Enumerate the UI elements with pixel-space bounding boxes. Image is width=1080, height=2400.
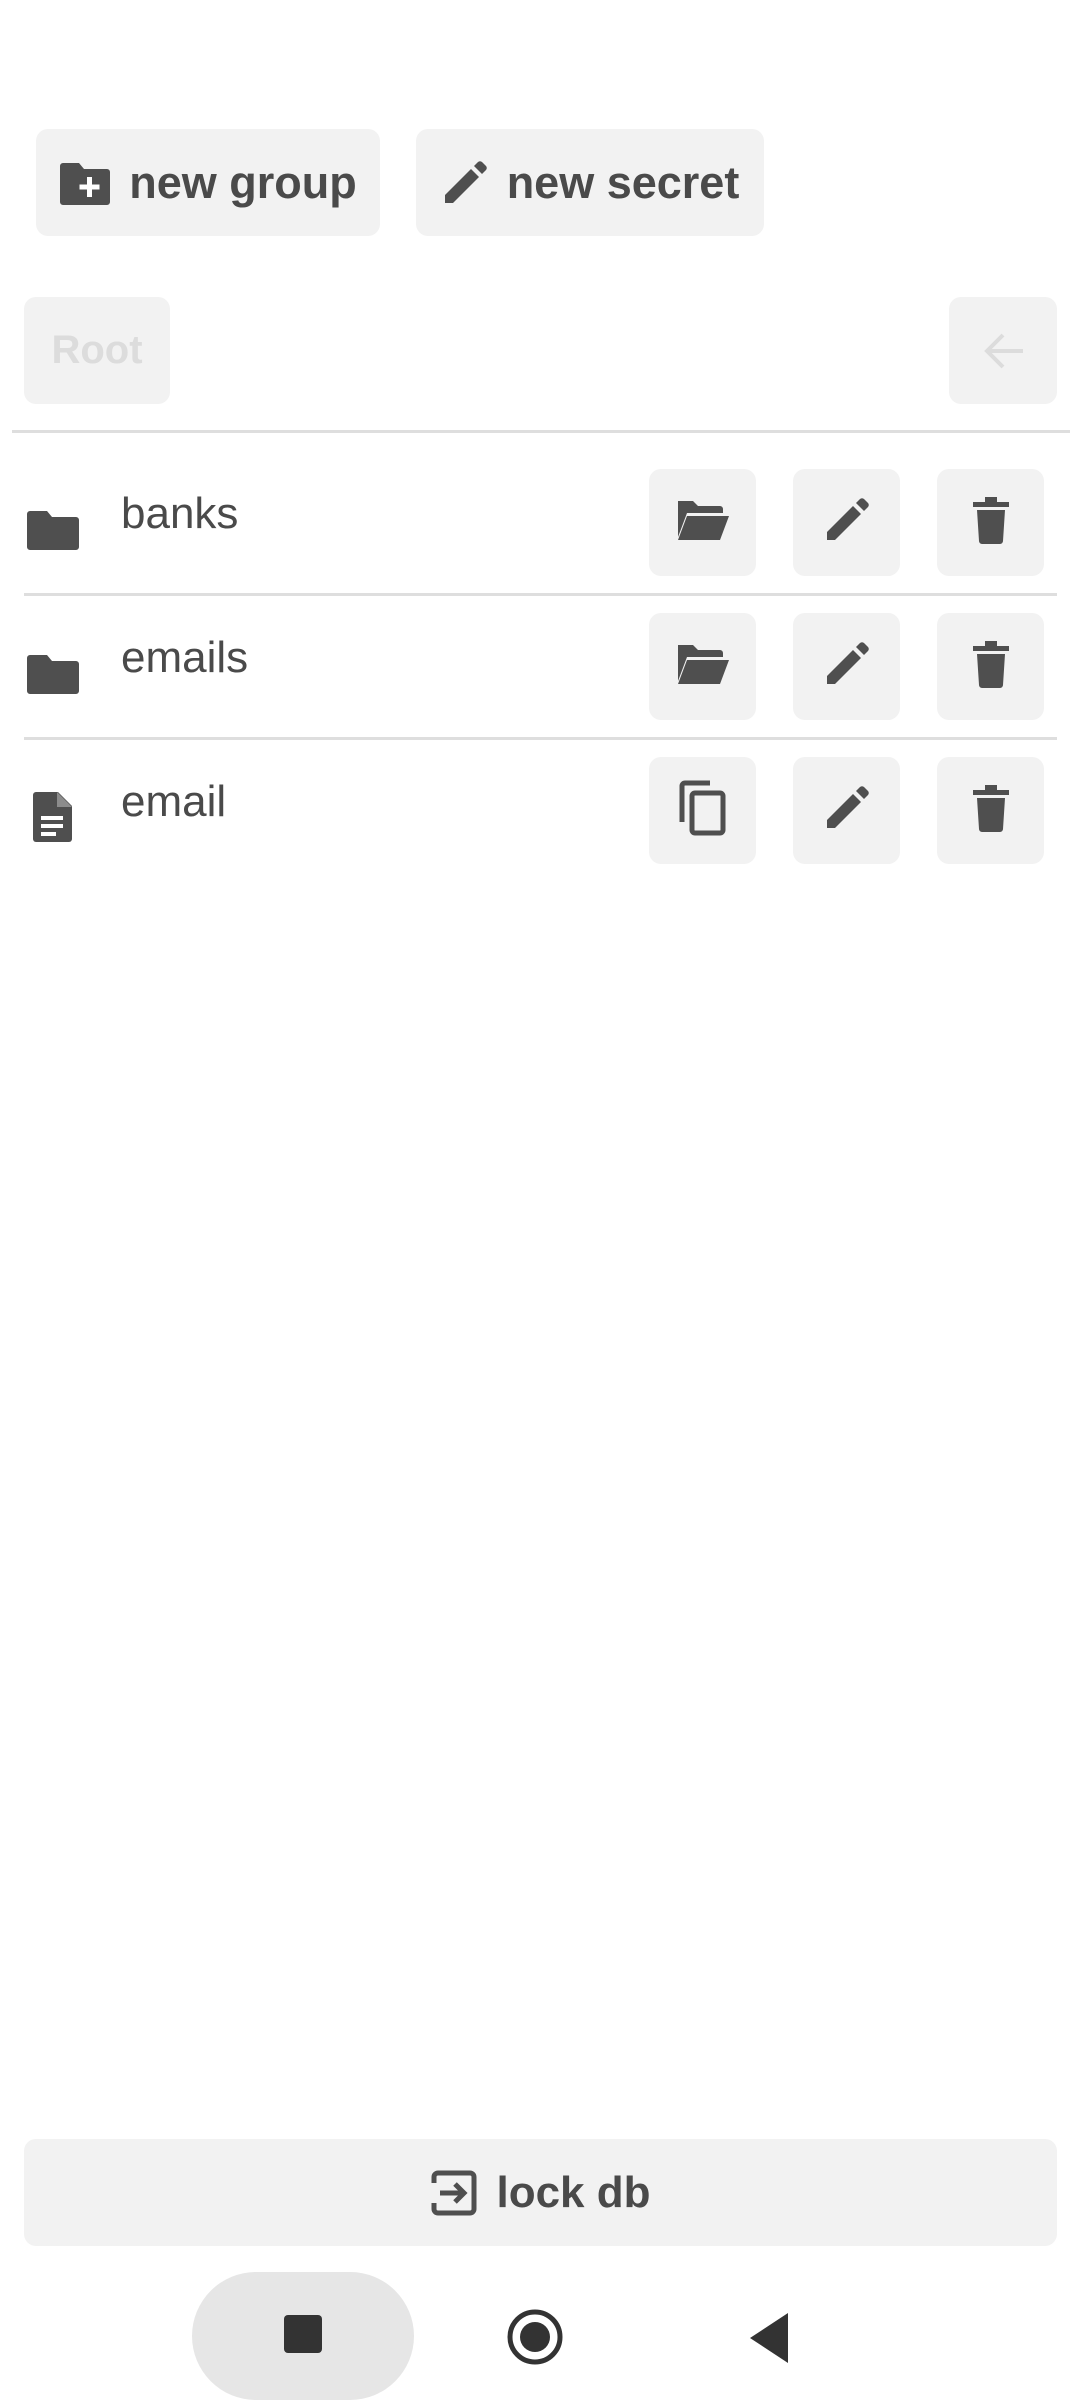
open-group-button[interactable] xyxy=(649,469,756,576)
pencil-icon xyxy=(441,159,489,207)
folder-open-icon xyxy=(675,497,731,548)
copy-icon xyxy=(678,780,728,841)
open-group-button[interactable] xyxy=(649,613,756,720)
new-secret-label: new secret xyxy=(506,156,740,208)
list-item-banks[interactable]: banks xyxy=(0,469,1080,613)
entry-name: email xyxy=(121,777,227,826)
trash-icon xyxy=(971,640,1011,693)
folder-icon xyxy=(26,645,82,701)
new-group-label: new group xyxy=(129,156,357,208)
entry-name: emails xyxy=(121,633,249,682)
folder-open-icon xyxy=(675,641,731,692)
lock-db-label: lock db xyxy=(496,2167,651,2217)
trash-icon xyxy=(971,496,1011,549)
trash-icon xyxy=(971,784,1011,837)
copy-button[interactable] xyxy=(649,757,756,864)
header-divider xyxy=(12,430,1070,433)
row-divider xyxy=(24,737,1057,740)
pencil-icon xyxy=(823,784,871,837)
entry-name: banks xyxy=(121,489,239,538)
breadcrumb-root-label: Root xyxy=(51,328,143,372)
pencil-icon xyxy=(823,496,871,549)
delete-button[interactable] xyxy=(937,757,1044,864)
new-group-button[interactable]: new group xyxy=(36,129,380,236)
square-icon xyxy=(283,2314,323,2359)
recents-button[interactable] xyxy=(192,2272,414,2400)
new-secret-button[interactable]: new secret xyxy=(416,129,764,236)
delete-button[interactable] xyxy=(937,613,1044,720)
edit-button[interactable] xyxy=(793,469,900,576)
edit-button[interactable] xyxy=(793,757,900,864)
lock-db-button[interactable]: lock db xyxy=(24,2139,1057,2246)
delete-button[interactable] xyxy=(937,469,1044,576)
pencil-icon xyxy=(823,640,871,693)
row-divider xyxy=(24,593,1057,596)
home-circle-icon[interactable] xyxy=(506,2308,564,2366)
edit-button[interactable] xyxy=(793,613,900,720)
back-triangle-icon[interactable] xyxy=(746,2310,794,2366)
list-item-emails[interactable]: emails xyxy=(0,613,1080,757)
system-nav-bar xyxy=(0,2262,1080,2400)
folder-icon xyxy=(26,501,82,557)
breadcrumb-root-button[interactable]: Root xyxy=(24,297,170,404)
exit-icon xyxy=(430,2169,478,2217)
arrow-left-icon xyxy=(981,331,1025,371)
folder-plus-icon xyxy=(59,161,111,205)
list-item-email[interactable]: email xyxy=(0,757,1080,901)
document-icon xyxy=(26,789,82,845)
back-button[interactable] xyxy=(949,297,1057,404)
